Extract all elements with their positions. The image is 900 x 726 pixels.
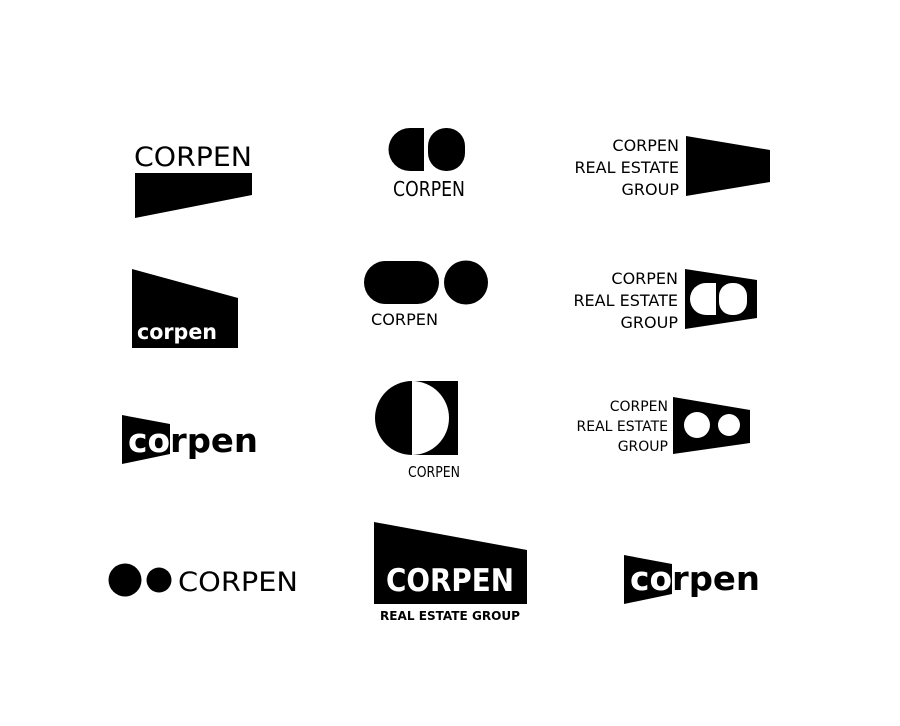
half-circle-shape: [375, 381, 412, 455]
circle-shape: [146, 567, 172, 593]
logo-wordmark-inverted: co: [128, 421, 170, 460]
logo-wordmark: CORPEN: [393, 177, 465, 201]
logo-wordmark-inverted: co: [630, 559, 672, 598]
logo-line-1: CORPEN: [611, 269, 678, 288]
logo-variant-3: CORPEN REAL ESTATE GROUP: [570, 134, 774, 200]
logo-variant-11: CORPEN REAL ESTATE GROUP: [372, 520, 532, 626]
trapezoid-shape: [686, 136, 770, 196]
logo-variant-6: CORPEN REAL ESTATE GROUP: [570, 268, 760, 334]
logo-variant-4: corpen: [131, 268, 241, 350]
pill-shape: [364, 261, 439, 304]
circle-shape: [108, 563, 142, 597]
logo-wordmark: rpen: [672, 559, 760, 598]
logo-variant-7: co rpen: [120, 410, 264, 468]
circle-cutout: [684, 412, 710, 438]
rounded-block-cutout: [719, 283, 747, 315]
logo-wordmark: CORPEN: [134, 142, 252, 173]
trapezoid-shape: [135, 173, 252, 218]
logo-variant-1: CORPEN: [132, 138, 256, 222]
logo-wordmark: rpen: [170, 421, 258, 460]
logo-wordmark: CORPEN: [371, 310, 438, 329]
logo-wordmark: CORPEN: [178, 567, 298, 598]
logo-variant-2: CORPEN: [388, 128, 470, 202]
logo-tagline: REAL ESTATE GROUP: [380, 609, 520, 623]
circle-cutout: [718, 414, 740, 436]
logo-variant-8: CORPEN: [372, 381, 462, 481]
rounded-block-shape: [428, 128, 465, 171]
logo-line-1: CORPEN: [610, 399, 668, 415]
logo-line-3: GROUP: [621, 313, 679, 332]
logo-line-2: REAL ESTATE: [577, 419, 669, 435]
logo-wordmark: CORPEN: [386, 563, 514, 599]
square-cutout-shape: [412, 381, 458, 455]
logo-line-3: GROUP: [618, 439, 668, 455]
logo-line-1: CORPEN: [612, 136, 679, 155]
circle-shape: [444, 260, 488, 305]
logo-variant-12: co rpen: [622, 550, 766, 608]
logo-line-3: GROUP: [622, 180, 680, 199]
logo-wordmark: CORPEN: [408, 463, 460, 481]
logo-line-2: REAL ESTATE: [574, 158, 679, 177]
logo-line-2: REAL ESTATE: [573, 291, 678, 310]
logo-wordmark: corpen: [137, 320, 217, 344]
logo-variant-10: CORPEN: [108, 562, 302, 600]
half-round-shape: [388, 128, 424, 171]
logo-variant-5: CORPEN: [362, 260, 492, 330]
logo-variant-9: CORPEN REAL ESTATE GROUP: [577, 396, 754, 458]
